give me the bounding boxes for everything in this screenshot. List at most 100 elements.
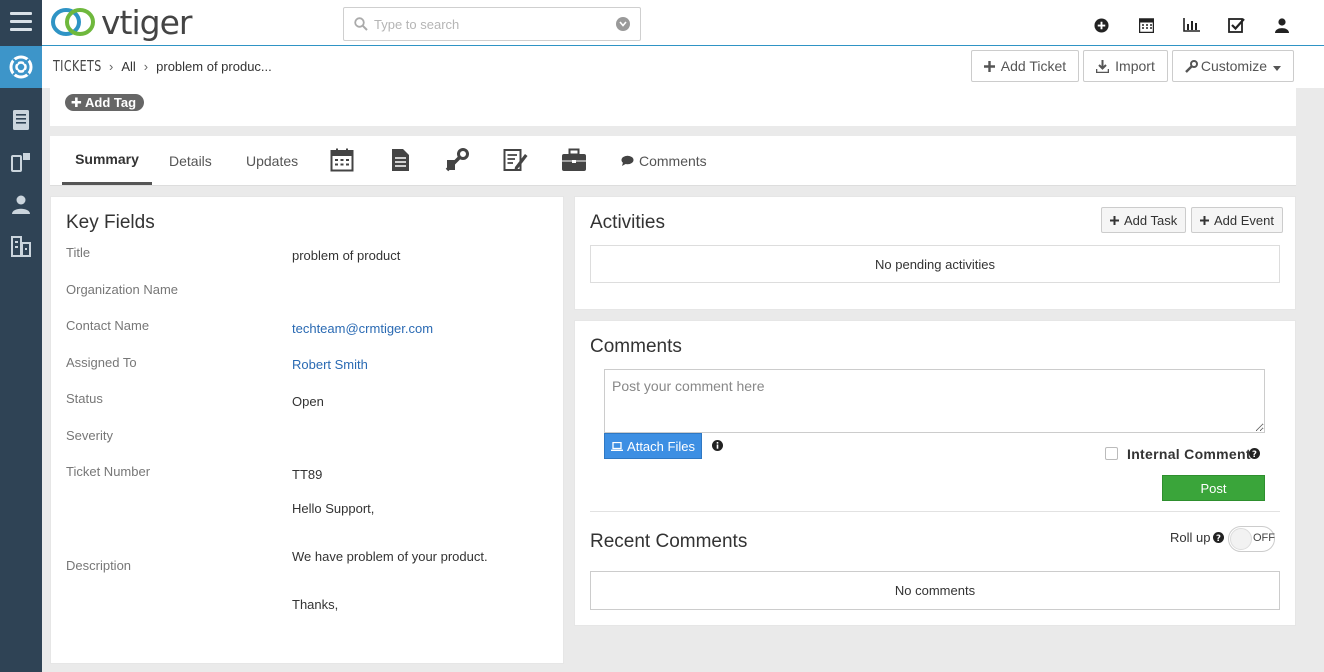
attach-files-button[interactable]: Attach Files [604,433,702,459]
plus-circle-icon[interactable] [1079,14,1124,36]
tab-summary[interactable]: Summary [62,136,152,185]
calendar-icon[interactable] [329,147,355,173]
field-label-contact: Contact Name [66,318,150,333]
field-label-assigned: Assigned To [66,355,137,370]
search-input[interactable] [374,15,604,33]
activities-panel: Activities Add Task Add Event No pending… [574,196,1296,310]
menu-icon[interactable] [10,12,32,34]
add-ticket-button[interactable]: Add Ticket [970,50,1080,82]
tab-updates-label: Updates [246,152,299,169]
field-label-description: Description [66,558,132,573]
help-icon[interactable]: ? [1249,448,1260,459]
description-line[interactable]: Thanks, [292,597,338,612]
svg-text:?: ? [1216,534,1221,543]
tab-comments-label: Comments [639,152,707,169]
field-value-status[interactable]: Open [292,394,324,409]
wrench-icon [1185,59,1198,73]
add-ticket-label: Add Ticket [1000,58,1067,74]
import-label: Import [1115,58,1155,74]
chevron-down-icon[interactable] [616,17,630,31]
description-line[interactable]: Hello Support, [292,501,374,516]
tools-icon[interactable] [445,147,471,173]
breadcrumb-bar: TICKETS › All › problem of produc... Add… [42,46,1324,88]
building-icon[interactable] [9,234,33,258]
plus-icon [1110,215,1119,225]
checkbox-icon[interactable] [1214,14,1259,36]
breadcrumb-module[interactable]: TICKETS [53,57,101,75]
tab-summary-label: Summary [75,151,139,167]
user-icon[interactable] [1259,14,1304,36]
add-task-label: Add Task [1124,212,1178,228]
breadcrumb-record: problem of produc... [156,58,272,74]
plus-icon [1200,215,1209,225]
svg-text:?: ? [1252,450,1257,459]
chevron-right-icon: › [143,58,149,74]
tab-details[interactable]: Details [169,136,212,185]
field-value-contact[interactable]: techteam@crmtiger.com [292,321,433,336]
attach-files-label: Attach Files [627,438,695,454]
field-value-ticket-number: TT89 [292,467,323,482]
plus-icon: ✚ [71,95,82,110]
info-icon[interactable] [712,440,723,451]
toggle-state: OFF [1253,532,1275,544]
import-button[interactable]: Import [1083,50,1168,82]
lifebuoy-icon[interactable] [0,46,42,88]
key-fields-panel: Key Fields Title problem of product Orga… [50,196,564,664]
caret-down-icon [1273,58,1281,74]
activities-title: Activities [590,212,665,233]
vtiger-logo[interactable]: vtiger [49,2,192,42]
internal-comment-checkbox[interactable] [1105,447,1118,460]
field-label-status: Status [66,391,103,406]
top-header: vtiger [42,0,1324,46]
comments-title: Comments [590,336,682,357]
plus-icon [983,60,995,72]
no-comments-message: No comments [590,571,1280,610]
toggle-knob [1230,528,1252,550]
add-event-button[interactable]: Add Event [1191,207,1283,233]
tab-details-label: Details [169,152,212,169]
comment-textarea[interactable] [604,369,1265,433]
download-icon [1096,59,1110,73]
tab-updates[interactable]: Updates [246,136,298,185]
global-search[interactable] [343,7,641,41]
breadcrumb-filter[interactable]: All [121,59,135,74]
comments-panel: Comments Attach Files Internal Comment ?… [574,320,1296,626]
document-icon[interactable] [9,108,33,132]
briefcase-icon[interactable] [561,147,587,173]
add-task-button[interactable]: Add Task [1101,207,1187,233]
internal-comment-label: Internal Comment [1127,446,1251,462]
field-label-ticket-number: Ticket Number [66,464,151,479]
search-icon [354,17,368,34]
logo-text: vtiger [101,2,192,42]
record-tabs: Summary Details Updates Comments [50,136,1296,186]
add-tag-button[interactable]: ✚ Add Tag [65,94,145,111]
calendar-icon[interactable] [1124,14,1169,36]
field-value-title[interactable]: problem of product [292,248,400,263]
field-label-title: Title [66,245,91,260]
description-line[interactable]: We have problem of your product. [292,549,488,564]
comment-icon [621,155,634,166]
document-icon[interactable] [387,147,413,173]
tag-strip: ✚ Add Tag [50,88,1296,126]
post-button[interactable]: Post [1162,475,1265,501]
person-icon[interactable] [9,192,33,216]
tab-comments[interactable]: Comments [621,136,707,185]
divider [590,511,1280,512]
edit-note-icon[interactable] [503,147,529,173]
customize-label: Customize [1200,58,1267,74]
roll-up-toggle[interactable]: OFF [1228,526,1275,552]
chart-icon[interactable] [1169,14,1214,36]
mobile-icon[interactable] [9,150,33,174]
no-activities-message: No pending activities [590,245,1280,283]
customize-button[interactable]: Customize [1171,50,1294,82]
help-icon[interactable]: ? [1213,532,1224,543]
field-label-organization: Organization Name [66,282,178,297]
chevron-right-icon: › [109,58,114,74]
add-event-label: Add Event [1214,212,1274,228]
add-tag-label: Add Tag [85,95,137,110]
app-sidebar [0,0,42,672]
logo-icon [51,8,95,36]
recent-comments-title: Recent Comments [590,531,748,552]
field-value-assigned[interactable]: Robert Smith [292,357,368,372]
key-fields-title: Key Fields [66,212,155,233]
